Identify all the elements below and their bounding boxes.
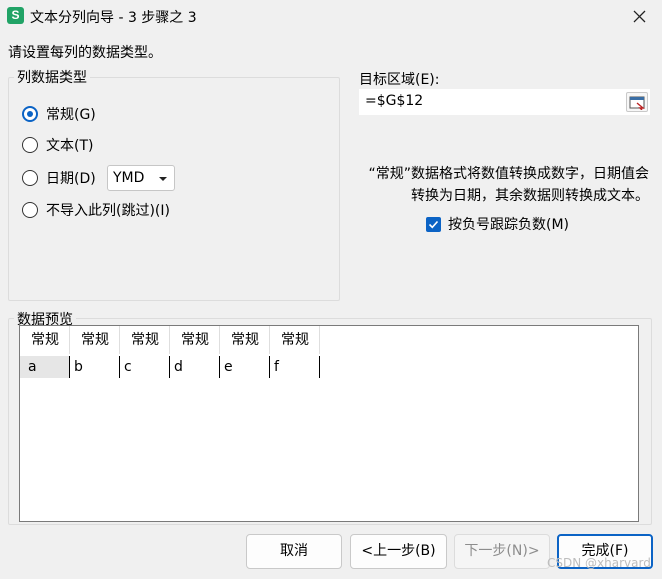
table-row: a b c d e f [20, 356, 320, 378]
column-type-legend: 列数据类型 [14, 67, 90, 87]
range-picker-icon [629, 96, 645, 110]
radio-skip[interactable]: 不导入此列(跳过)(I) [22, 199, 170, 221]
radio-date[interactable]: 日期(D) [22, 167, 96, 189]
preview-cell[interactable]: c [120, 356, 170, 378]
next-button: 下一步(N)> [454, 534, 550, 569]
preview-cell[interactable]: b [70, 356, 120, 378]
close-icon [633, 10, 646, 23]
range-picker-button[interactable] [626, 92, 648, 112]
radio-text-indicator[interactable] [22, 137, 38, 153]
preview-column-header[interactable]: 常规 [170, 326, 220, 354]
radio-general[interactable]: 常规(G) [22, 103, 96, 125]
window-title: 文本分列向导 - 3 步骤之 3 [30, 10, 197, 26]
format-description: “常规”数据格式将数值转换成数字，日期值会转换为日期，其余数据则转换成文本。 [368, 166, 649, 204]
preview-cell[interactable]: e [220, 356, 270, 378]
radio-skip-indicator[interactable] [22, 202, 38, 218]
destination-label: 目标区域(E): [359, 72, 440, 88]
checkmark-icon [428, 220, 439, 228]
radio-date-indicator[interactable] [22, 170, 38, 186]
instruction-text: 请设置每列的数据类型。 [8, 45, 162, 61]
cancel-button[interactable]: 取消 [246, 534, 342, 569]
close-button[interactable] [616, 0, 662, 34]
negative-sign-checkbox[interactable]: 按负号跟踪负数(M) [426, 213, 569, 235]
preview-column-header[interactable]: 常规 [70, 326, 120, 354]
preview-column-header[interactable]: 常规 [220, 326, 270, 354]
radio-text-label: 文本(T) [46, 138, 94, 154]
radio-skip-label: 不导入此列(跳过)(I) [46, 203, 170, 219]
chevron-down-icon [159, 177, 167, 181]
negative-sign-checkbox-box[interactable] [426, 216, 441, 232]
preview-column-header[interactable]: 常规 [20, 326, 70, 354]
date-format-select[interactable]: YMD [107, 165, 175, 191]
preview-column-header[interactable]: 常规 [120, 326, 170, 354]
preview-header-row: 常规 常规 常规 常规 常规 常规 [20, 326, 320, 354]
preview-cell[interactable]: f [270, 356, 320, 378]
radio-text[interactable]: 文本(T) [22, 134, 93, 156]
preview-cell[interactable]: a [20, 356, 70, 378]
radio-date-label: 日期(D) [46, 171, 96, 187]
app-icon: S [7, 7, 24, 24]
title-bar: S 文本分列向导 - 3 步骤之 3 [0, 0, 662, 34]
preview-column-header[interactable]: 常规 [270, 326, 320, 354]
radio-general-label: 常规(G) [46, 107, 96, 123]
data-preview-table[interactable]: 常规 常规 常规 常规 常规 常规 a b c d e f [19, 325, 639, 522]
radio-general-indicator[interactable] [22, 106, 38, 122]
date-format-value: YMD [113, 170, 145, 186]
destination-input[interactable]: =$G$12 [359, 89, 650, 115]
preview-cell[interactable]: d [170, 356, 220, 378]
previous-button[interactable]: <上一步(B) [350, 534, 447, 569]
destination-value: =$G$12 [365, 93, 424, 109]
watermark: CSDN @xharvard [547, 556, 651, 570]
negative-sign-label: 按负号跟踪负数(M) [448, 217, 570, 233]
